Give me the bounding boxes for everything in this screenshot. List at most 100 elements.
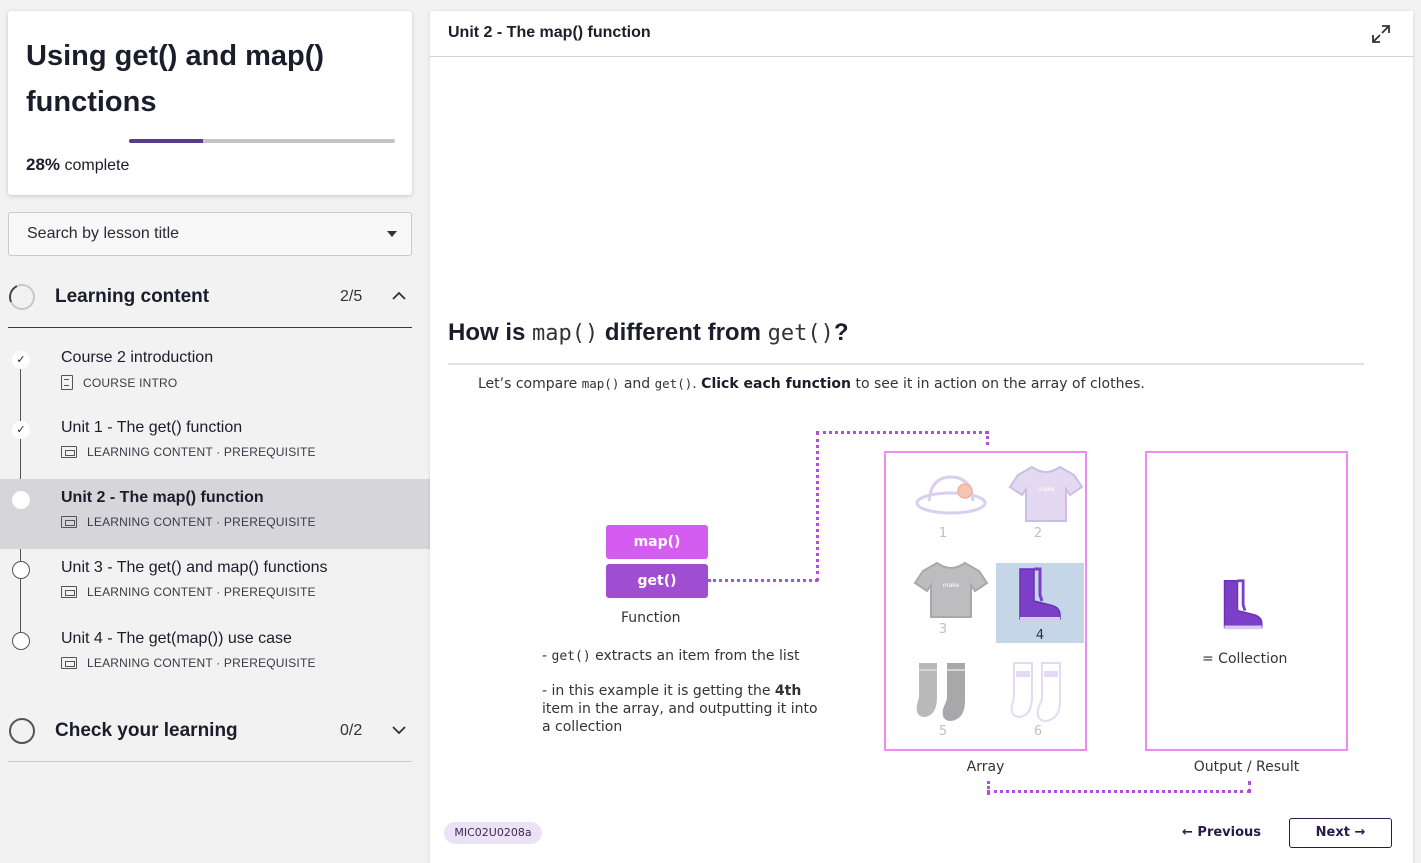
function-caption: Function (621, 610, 681, 626)
previous-button[interactable]: ← Previous (1182, 825, 1261, 840)
array-item-number: 1 (938, 526, 948, 541)
progress-bar (129, 139, 395, 143)
progress-ring-icon (5, 280, 39, 314)
explanation-code: get() (551, 649, 591, 664)
intro-part: and (619, 376, 655, 392)
explanation-part: - (542, 648, 552, 664)
chevron-down-icon[interactable] (392, 722, 406, 738)
next-button[interactable]: Next → (1289, 818, 1392, 848)
connector-top-drop (986, 431, 989, 445)
connector-get-to-array (708, 579, 818, 582)
array-item-2[interactable]: make 2 (994, 461, 1084, 541)
lesson-meta: LEARNING CONTENT · PREREQUISITE (61, 445, 316, 459)
section-count: 0/2 (340, 722, 363, 739)
section-label: Learning content (55, 286, 210, 307)
lesson-meta-text: LEARNING CONTENT · PREREQUISITE (87, 656, 316, 670)
current-dot-icon (12, 491, 30, 509)
lesson-search-dropdown[interactable]: Search by lesson title (8, 212, 412, 256)
connector-bottom (987, 790, 1250, 793)
socks-light-icon (1010, 662, 1061, 723)
intro-bold: Click each function (701, 376, 852, 392)
question-divider (448, 363, 1364, 365)
array-item-6[interactable]: 6 (994, 659, 1082, 739)
get-function-button[interactable]: get() (606, 564, 708, 598)
socks-gray-icon (916, 663, 965, 721)
array-item-number: 4 (1035, 628, 1045, 643)
lesson-meta-text: LEARNING CONTENT · PREREQUISITE (87, 445, 316, 459)
empty-circle-icon (12, 561, 30, 579)
caret-down-icon (387, 231, 397, 237)
progress-text: 28% complete (26, 155, 129, 175)
section-check-your-learning[interactable]: Check your learning 0/2 (8, 704, 412, 758)
lesson-item[interactable]: ✓ Unit 1 - The get() function LEARNING C… (0, 409, 430, 479)
panel-header: Unit 2 - The map() function (430, 11, 1413, 57)
empty-ring-icon (9, 718, 35, 744)
explanation-line-2: - in this example it is getting the 4th … (542, 682, 822, 736)
section-divider (8, 761, 412, 762)
section-count: 2/5 (340, 288, 363, 305)
empty-circle-icon (12, 632, 30, 650)
lesson-title: Course 2 introduction (61, 349, 214, 366)
document-icon (61, 375, 73, 390)
progress-suffix: complete (60, 157, 130, 174)
lesson-item-active[interactable]: Unit 2 - The map() function LEARNING CON… (0, 479, 430, 549)
lesson-meta: LEARNING CONTENT · PREREQUISITE (61, 585, 316, 599)
content-icon (61, 657, 77, 669)
map-function-button[interactable]: map() (606, 525, 708, 559)
question-pre: How is (448, 319, 533, 346)
array-item-number: 3 (938, 622, 948, 637)
collection-label: = Collection (1202, 651, 1288, 667)
check-icon: ✓ (12, 351, 30, 369)
connector-vertical (816, 432, 819, 581)
svg-text:make: make (1038, 486, 1055, 493)
lesson-item[interactable]: Unit 4 - The get(map()) use case LEARNIN… (0, 620, 430, 690)
lesson-item[interactable]: ✓ Course 2 introduction COURSE INTRO (0, 339, 430, 409)
lesson-item[interactable]: Unit 3 - The get() and map() functions L… (0, 549, 430, 619)
intro-part: Let’s compare (478, 376, 582, 392)
svg-text:make: make (943, 582, 960, 589)
intro-part: to see it in action on the array of clot… (851, 376, 1145, 392)
tshirt-light-icon: make (1008, 465, 1084, 522)
expand-icon[interactable] (1371, 24, 1391, 44)
content-id-badge: MIC02U0208a (444, 822, 542, 844)
check-icon: ✓ (12, 421, 30, 439)
array-item-number: 6 (1033, 724, 1043, 739)
chevron-up-icon[interactable] (392, 288, 406, 304)
question-code-map: map() (532, 321, 599, 346)
content-icon (61, 586, 77, 598)
section-divider (8, 327, 412, 328)
lesson-title: Unit 2 - The map() function (61, 489, 264, 506)
hat-icon (915, 475, 987, 515)
array-box: 1 make 2 make 3 4 5 6 (884, 451, 1087, 751)
content-icon (61, 446, 77, 458)
course-card: Using get() and map() functions 28% comp… (8, 11, 412, 195)
lesson-meta: LEARNING CONTENT · PREREQUISITE (61, 515, 316, 529)
array-item-4-selected[interactable]: 4 (996, 563, 1084, 643)
course-title: Using get() and map() functions (26, 40, 325, 118)
lesson-title: Unit 3 - The get() and map() functions (61, 559, 328, 576)
intro-part: . (692, 376, 702, 392)
tshirt-gray-icon: make (913, 561, 989, 618)
lesson-panel: Unit 2 - The map() function How is map()… (430, 11, 1413, 863)
array-item-number: 5 (938, 724, 948, 739)
boots-icon (1019, 567, 1061, 621)
lesson-meta: LEARNING CONTENT · PREREQUISITE (61, 656, 316, 670)
array-label: Array (966, 759, 1005, 775)
section-label: Check your learning (55, 720, 238, 741)
connector-top (816, 431, 988, 434)
explanation-part: extracts an item from the list (590, 648, 800, 664)
section-learning-content[interactable]: Learning content 2/5 (5, 270, 412, 324)
lesson-meta-text: COURSE INTRO (83, 375, 178, 390)
array-item-5[interactable]: 5 (899, 659, 987, 739)
explanation-line-1: - get() extracts an item from the list (542, 647, 800, 666)
lesson-meta-text: LEARNING CONTENT · PREREQUISITE (87, 515, 316, 529)
array-item-1[interactable]: 1 (899, 461, 987, 541)
connector-bottom-right (1248, 781, 1251, 793)
lesson-meta: COURSE INTRO (61, 375, 177, 390)
output-box (1145, 451, 1348, 751)
array-item-number: 2 (1033, 526, 1043, 541)
progress-value: 28% (26, 155, 61, 174)
array-item-3[interactable]: make 3 (899, 557, 989, 637)
progress-bar-fill (129, 139, 204, 143)
search-placeholder: Search by lesson title (27, 225, 180, 242)
